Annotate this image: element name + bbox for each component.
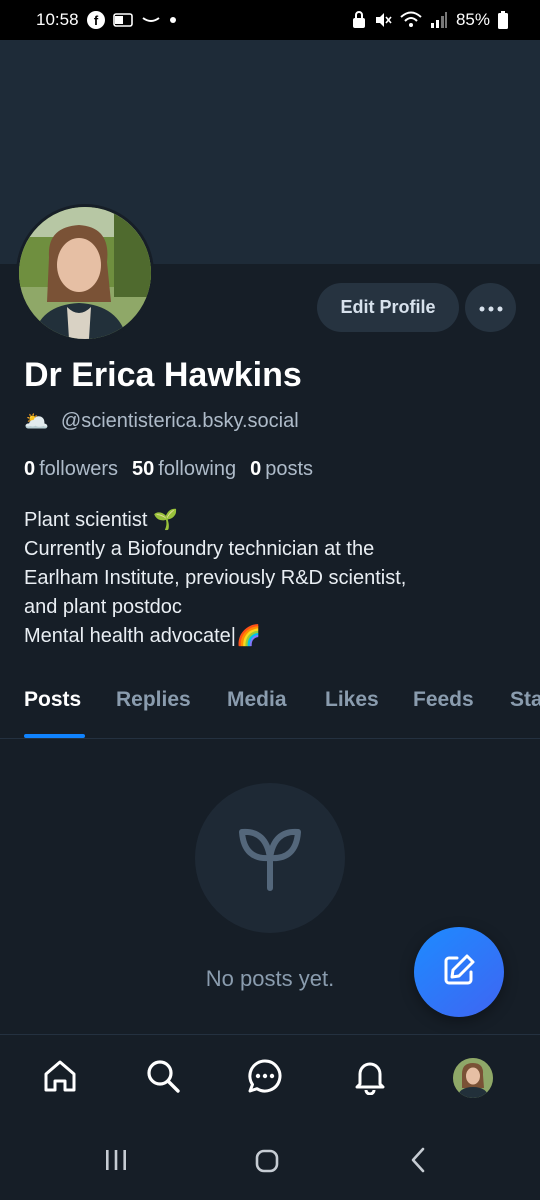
handle-row: 🌥️ @scientisterica.bsky.social: [24, 409, 299, 434]
amazon-icon: [141, 14, 161, 26]
status-left: 10:58 f: [36, 10, 177, 30]
following-stat[interactable]: 50 following: [132, 458, 236, 481]
status-bar: 10:58 f 85%: [0, 0, 540, 40]
active-tab-indicator: [24, 734, 85, 738]
home-button[interactable]: [252, 1146, 282, 1181]
profile-stats: 0 followers 50 following 0 posts: [24, 458, 313, 481]
bio-line: and plant postdoc: [24, 596, 182, 618]
back-button[interactable]: [405, 1146, 433, 1179]
more-options-button[interactable]: [465, 283, 516, 332]
profile-tabs: Posts Replies Media Likes Feeds Sta: [0, 684, 540, 739]
home-icon: [41, 1057, 79, 1100]
followers-label: followers: [39, 458, 119, 480]
profile-bio: Plant scientist 🌱 Currently a Biofoundry…: [24, 506, 524, 651]
tab-starter-packs[interactable]: Sta: [510, 688, 540, 712]
profile-avatar-small: [453, 1058, 493, 1098]
status-time: 10:58: [36, 10, 79, 29]
bell-icon: [351, 1057, 389, 1100]
system-navigation-bar: [0, 1124, 540, 1200]
outlook-icon: [112, 11, 133, 29]
tab-media[interactable]: Media: [227, 688, 287, 712]
bio-line: Currently a Biofoundry technician at the: [24, 538, 375, 560]
bio-line: Mental health advocate|🌈: [24, 625, 261, 647]
nav-profile[interactable]: [448, 1053, 498, 1103]
status-right: 85%: [352, 10, 508, 30]
ellipsis-icon: [479, 299, 503, 317]
nav-search[interactable]: [138, 1053, 188, 1103]
tab-posts[interactable]: Posts: [24, 688, 81, 712]
svg-text:f: f: [93, 13, 98, 28]
profile-handle: @scientisterica.bsky.social: [60, 410, 299, 432]
sprout-icon: [230, 816, 310, 901]
tab-feeds[interactable]: Feeds: [413, 688, 474, 712]
followers-count: 0: [24, 458, 36, 480]
dot-icon: [169, 16, 177, 24]
nav-chat[interactable]: [240, 1053, 290, 1103]
edit-profile-button[interactable]: Edit Profile: [317, 283, 459, 332]
tab-replies[interactable]: Replies: [116, 688, 191, 712]
facebook-icon: f: [86, 11, 105, 29]
posts-stat: 0 posts: [250, 458, 313, 481]
tab-likes[interactable]: Likes: [325, 688, 379, 712]
mute-icon: [374, 11, 392, 29]
recents-icon: [102, 1146, 130, 1179]
following-count: 50: [132, 458, 155, 480]
signal-icon: [430, 12, 448, 28]
nav-notifications[interactable]: [345, 1053, 395, 1103]
avatar-photo: [19, 207, 151, 339]
following-label: following: [158, 458, 237, 480]
wifi-icon: [400, 11, 422, 29]
compose-icon: [439, 950, 479, 995]
compose-post-button[interactable]: [414, 927, 504, 1017]
empty-state-icon-circle: [195, 783, 345, 933]
chat-icon: [246, 1057, 284, 1100]
posts-label: posts: [265, 458, 314, 480]
bottom-navigation: [0, 1034, 540, 1125]
battery-percent: 85%: [455, 10, 490, 29]
posts-count: 0: [250, 458, 262, 480]
display-name: Dr Erica Hawkins: [24, 356, 302, 394]
lock-icon: [352, 11, 366, 29]
recents-button[interactable]: [102, 1146, 130, 1179]
battery-icon: [498, 11, 508, 29]
bio-line: Plant scientist 🌱: [24, 509, 178, 531]
home-button-icon: [252, 1146, 282, 1181]
nav-home[interactable]: [35, 1053, 85, 1103]
profile-avatar[interactable]: [16, 204, 154, 342]
bio-line: Earlham Institute, previously R&D scient…: [24, 567, 407, 589]
search-icon: [144, 1057, 182, 1100]
handle-emoji: 🌥️: [24, 411, 49, 433]
followers-stat[interactable]: 0 followers: [24, 458, 118, 481]
back-icon: [405, 1146, 433, 1179]
